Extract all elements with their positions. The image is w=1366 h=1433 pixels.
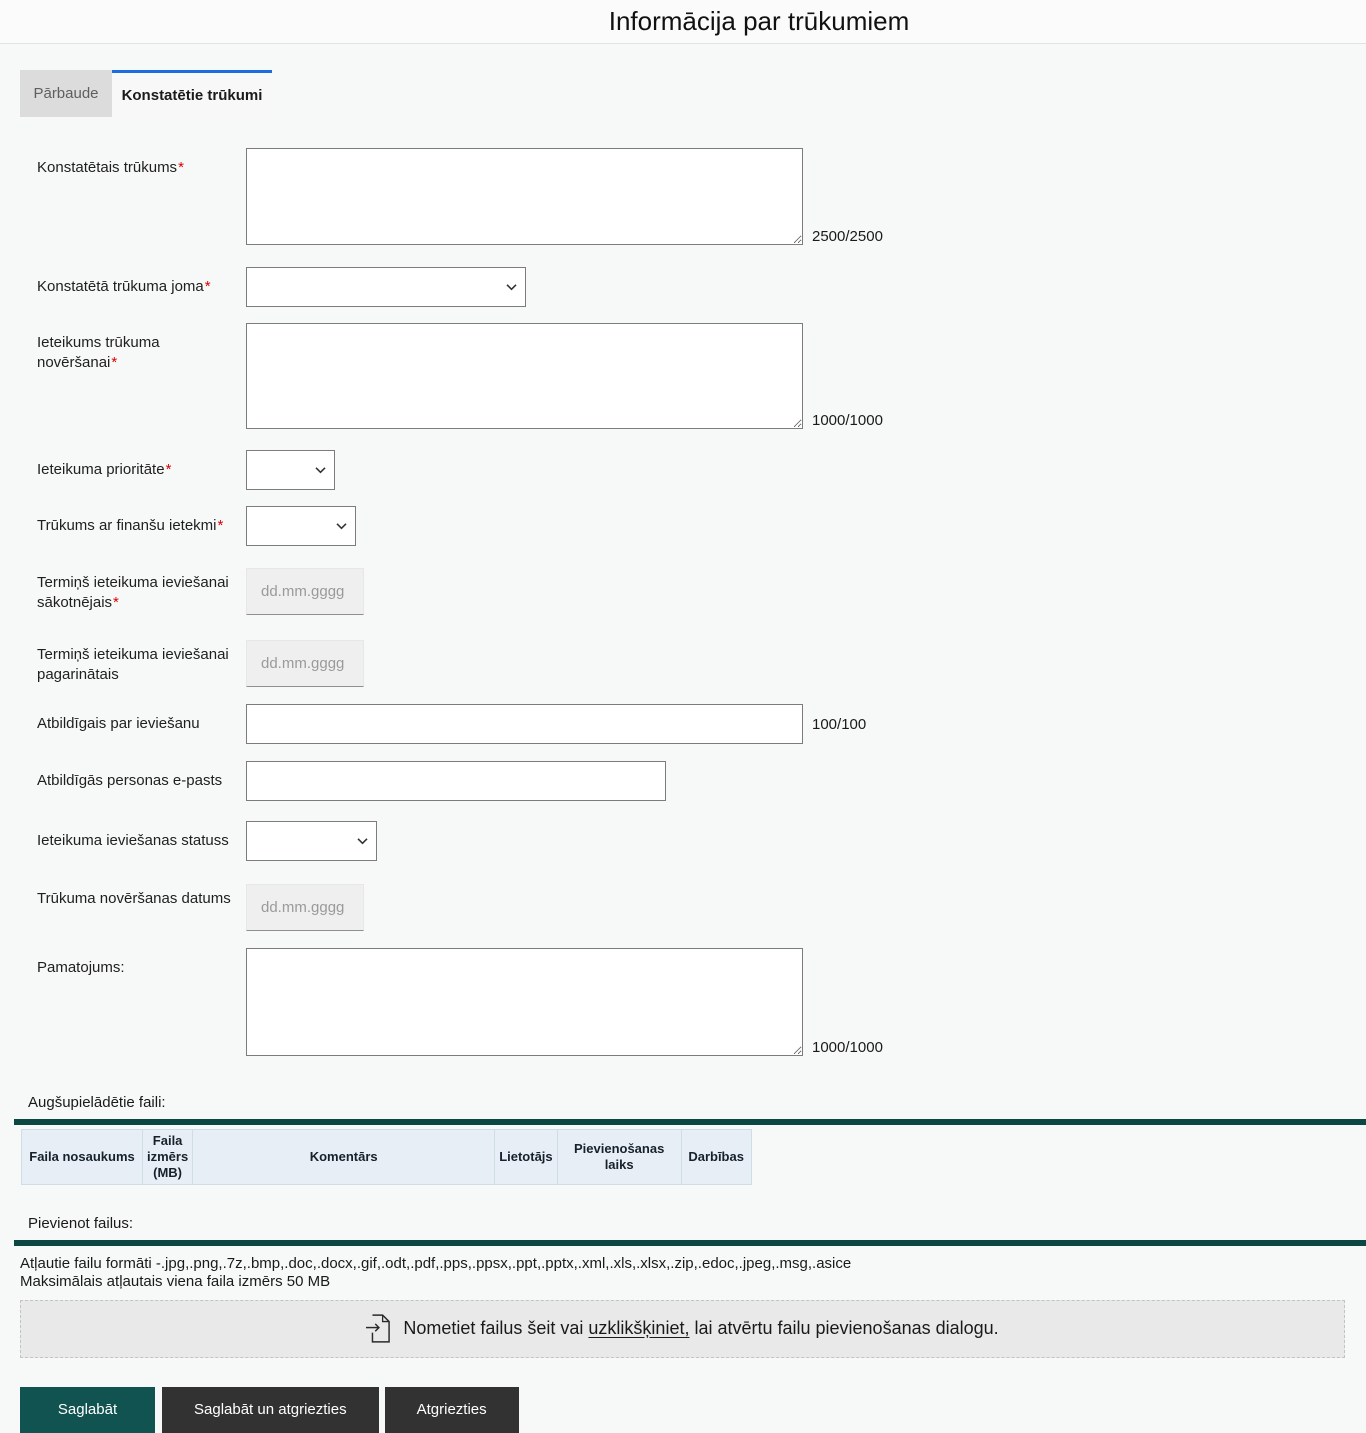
epasts-input[interactable] (246, 761, 666, 801)
required-asterisk: * (178, 159, 184, 176)
max-size-line: Maksimālais atļautais viena faila izmērs… (20, 1273, 331, 1291)
col-faila-nosaukums: Faila nosaukums (21, 1129, 143, 1185)
save-button[interactable]: Saglabāt (20, 1386, 155, 1433)
field-label: Ieteikuma ieviešanas statuss (37, 831, 229, 849)
form-row-finansu-ietekme: Trūkums ar finanšu ietekmi* (37, 506, 1366, 546)
allowed-formats-info: Atļautie failu formāti -.jpg,.png,.7z,.b… (20, 1255, 1366, 1292)
field-label: Ieteikums trūkuma novēršanai* (37, 334, 160, 372)
field-label: Atbildīgais par ieviešanu (37, 714, 200, 732)
required-asterisk: * (165, 460, 172, 478)
form-row-epasts: Atbildīgās personas e-pasts (37, 761, 1366, 801)
required-asterisk: * (111, 354, 118, 372)
add-files-label: Pievienot failus: (28, 1215, 134, 1232)
tab-label: Konstatētie trūkumi (121, 86, 263, 104)
col-darbibas: Darbības (680, 1129, 752, 1185)
form-row-termins-pagarinatais: Termiņš ieteikuma ieviešanai pagarinātai… (37, 640, 1366, 687)
tab-konstatetie-trukumi[interactable]: Konstatētie trūkumi (112, 70, 272, 117)
return-button[interactable]: Atgriezties (384, 1386, 519, 1433)
char-counter: 1000/1000 (812, 412, 883, 429)
col-pievienosanas-laiks: Pievienošanas laiks (556, 1129, 682, 1185)
col-lietotajs: Lietotājs (494, 1129, 558, 1185)
field-label: Ieteikuma prioritāte* (37, 460, 172, 478)
table-header-row: Faila nosaukums Faila izmērs (MB) Koment… (21, 1129, 752, 1185)
tab-bar: Pārbaude Konstatētie trūkumi (20, 70, 1366, 117)
deficiency-form: Konstatētais trūkums* 2500/2500 Konstatē… (0, 117, 1366, 1056)
konstatetais-trukums-textarea[interactable] (246, 148, 803, 245)
file-dropzone[interactable]: Nometiet failus šeit vai uzklikšķiniet, … (20, 1299, 1345, 1358)
tab-label: Pārbaude (33, 85, 99, 102)
field-label: Trūkums ar finanšu ietekmi* (37, 516, 224, 534)
dropzone-click-link[interactable]: uzklikšķiniet, (588, 1318, 689, 1338)
form-row-noversanas-datums: Trūkuma novēršanas datums (37, 884, 1366, 931)
char-counter: 100/100 (812, 715, 867, 733)
termins-pagarinatais-date-input[interactable] (246, 640, 364, 687)
required-asterisk: * (113, 594, 119, 612)
action-buttons: Saglabāt Saglabāt un atgriezties Atgriez… (20, 1386, 1366, 1433)
save-and-return-button[interactable]: Saglabāt un atgriezties (162, 1386, 379, 1433)
finansu-ietekme-select[interactable] (246, 506, 356, 546)
field-label: Konstatētais trūkums* (37, 159, 184, 176)
termins-sakotnejais-date-input[interactable] (246, 568, 364, 615)
char-counter: 1000/1000 (812, 1039, 883, 1056)
uploaded-files-label: Augšupielādētie faili: (28, 1094, 166, 1111)
form-row-ieviesanas-statuss: Ieteikuma ieviešanas statuss (37, 821, 1366, 861)
page-title: Informācija par trūkumiem (608, 6, 910, 36)
form-row-prioritate: Ieteikuma prioritāte* (37, 450, 1366, 490)
tab-parbaude[interactable]: Pārbaude (20, 70, 112, 117)
noversanas-datums-date-input[interactable] (246, 884, 364, 931)
field-label: Konstatētā trūkuma joma* (37, 277, 211, 295)
ieviesanas-statuss-select[interactable] (246, 821, 377, 861)
col-komentars: Komentārs (192, 1129, 496, 1185)
form-row-trukuma-joma: Konstatētā trūkuma joma* (37, 267, 1366, 307)
import-file-icon (366, 1314, 391, 1343)
dropzone-text: Nometiet failus šeit vai uzklikšķiniet, … (403, 1318, 999, 1339)
uploaded-files-table: Faila nosaukums Faila izmērs (MB) Koment… (21, 1129, 752, 1185)
field-label: Pamatojums: (37, 959, 125, 976)
required-asterisk: * (204, 277, 211, 295)
form-row-ieteikums-noversanai: Ieteikums trūkuma novēršanai* 1000/1000 (37, 323, 1366, 429)
field-label: Atbildīgās personas e-pasts (37, 771, 223, 789)
form-row-pamatojums: Pamatojums: 1000/1000 (37, 948, 1366, 1056)
section-divider (14, 1240, 1366, 1246)
pamatojums-textarea[interactable] (246, 948, 803, 1056)
trukuma-joma-select[interactable] (246, 267, 526, 307)
allowed-formats-line: Atļautie failu formāti -.jpg,.png,.7z,.b… (20, 1255, 852, 1272)
ieteikums-noversanai-textarea[interactable] (246, 323, 803, 429)
required-asterisk: * (217, 516, 224, 534)
form-row-termins-sakotnejais: Termiņš ieteikuma ieviešanai sākotnējais… (37, 568, 1366, 615)
form-row-konstatetais-trukums: Konstatētais trūkums* 2500/2500 (37, 148, 1366, 245)
char-counter: 2500/2500 (812, 228, 883, 245)
field-label: Termiņš ieteikuma ieviešanai pagarinātai… (37, 646, 229, 684)
field-label: Termiņš ieteikuma ieviešanai sākotnējais… (37, 574, 229, 612)
section-divider (14, 1119, 1366, 1125)
add-files-section: Pievienot failus: Atļautie failu formāti… (0, 1215, 1366, 1358)
form-row-atbildigais: Atbildīgais par ieviešanu 100/100 (37, 704, 1366, 744)
field-label: Trūkuma novēršanas datums (37, 890, 231, 907)
col-faila-izmers: Faila izmērs (MB) (141, 1129, 194, 1185)
atbildigais-input[interactable] (246, 704, 803, 744)
page-header: Informācija par trūkumiem (0, 0, 1366, 44)
prioritate-select[interactable] (246, 450, 335, 490)
uploaded-files-section: Augšupielādētie faili: Faila nosaukums F… (0, 1094, 1366, 1185)
